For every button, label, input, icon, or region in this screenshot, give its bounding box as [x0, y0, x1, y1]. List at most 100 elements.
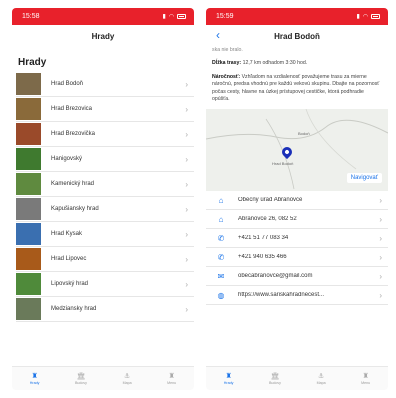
- contact-info-item[interactable]: ⌂ Obecný úrad Abranovce ›: [206, 191, 388, 211]
- contact-info-text: Obecný úrad Abranovce: [238, 197, 303, 204]
- tab-label: Budovy: [268, 381, 281, 385]
- castle-icon: ♜: [225, 373, 232, 380]
- chevron-right-icon: ›: [379, 290, 382, 300]
- castle-list-item[interactable]: Hrad Lipovec ›: [16, 247, 194, 272]
- detail-description: ska nie bralo. Dĺžka trasy: 12,7 km odha…: [206, 47, 388, 103]
- castle-list-item[interactable]: Hrad Brezovica ›: [16, 97, 194, 122]
- tab-label: Menu: [167, 381, 177, 385]
- chevron-right-icon: ›: [185, 179, 188, 189]
- map-pin-label: Hrad Bodoň: [272, 161, 294, 167]
- tab-mapa[interactable]: ⚓ Mapa: [317, 372, 326, 385]
- castle-name: Kapušiansky hrad: [51, 206, 99, 212]
- castle-thumbnail: [16, 298, 41, 320]
- tab-menu[interactable]: ♜ Menu: [361, 372, 370, 385]
- location-map[interactable]: Bodoň Hrad Bodoň Navigovať: [206, 109, 388, 192]
- nav-bar: Hrady: [12, 25, 194, 47]
- status-bar: 15:59 ▮ ◠: [206, 8, 388, 25]
- castle-thumbnail: [16, 173, 41, 195]
- phone-icon: ✆: [217, 233, 225, 243]
- battery-icon: [177, 14, 186, 19]
- chevron-right-icon: ›: [185, 104, 188, 114]
- tab-hrady[interactable]: ♜ Hrady: [224, 372, 234, 385]
- castle-list-item[interactable]: Medziansky hrad ›: [16, 297, 194, 322]
- chevron-right-icon: ›: [185, 204, 188, 214]
- trail-length-value: 12,7 km odhadom 3:30 hod.: [242, 60, 308, 67]
- map-icon: ⚓: [317, 373, 325, 380]
- tab-label: Mapa: [122, 381, 132, 385]
- castle-list-item[interactable]: Lipovský hrad ›: [16, 272, 194, 297]
- chevron-right-icon: ›: [185, 304, 188, 314]
- castle-name: Hrad Lipovec: [51, 256, 87, 262]
- contact-info-item[interactable]: ✉ obecabranovce@gmail.com ›: [206, 267, 388, 287]
- page-title: Hrad Bodoň: [274, 31, 320, 41]
- castle-name: Hrad Kysak: [51, 231, 83, 237]
- castle-thumbnail: [16, 123, 41, 145]
- map-icon: ⚓: [123, 373, 131, 380]
- contact-info-text: obecabranovce@gmail.com: [238, 273, 313, 280]
- castle-list-item[interactable]: Kapušiansky hrad ›: [16, 197, 194, 222]
- tab-budovy[interactable]: 🏛 Budovy: [269, 372, 281, 385]
- castle-list-item[interactable]: Hrad Kysak ›: [16, 222, 194, 247]
- chevron-right-icon: ›: [185, 129, 188, 139]
- contact-info-item[interactable]: ⌂ Abranovce 26, 082 52 ›: [206, 210, 388, 230]
- tab-label: Mapa: [316, 381, 326, 385]
- back-button[interactable]: ‹: [216, 28, 220, 42]
- wifi-icon: ◠: [168, 14, 174, 20]
- chevron-right-icon: ›: [379, 195, 382, 205]
- tab-label: Hrady: [29, 381, 40, 385]
- tab-label: Budovy: [74, 381, 87, 385]
- wifi-icon: ◠: [362, 14, 368, 20]
- tab-hrady[interactable]: ♜ Hrady: [30, 372, 40, 385]
- home-icon: ⌂: [218, 195, 224, 205]
- castle-detail-screen: 15:59 ▮ ◠ ‹ Hrad Bodoň ska nie bralo. Dĺ…: [206, 8, 388, 390]
- tab-mapa[interactable]: ⚓ Mapa: [123, 372, 132, 385]
- contact-info-text: Abranovce 26, 082 52: [238, 216, 297, 223]
- globe-icon: ◍: [217, 290, 225, 300]
- castle-thumbnail: [16, 273, 41, 295]
- chevron-right-icon: ›: [379, 252, 382, 262]
- castle-name: Lipovský hrad: [51, 281, 89, 287]
- trail-difficulty: Náročnosť: Vzhľadom na vzdialenosť považ…: [212, 74, 382, 104]
- castle-list-item[interactable]: Hrad Brezovička ›: [16, 122, 194, 147]
- castle-thumbnail: [16, 198, 41, 220]
- tab-bar: ♜ Hrady 🏛 Budovy ⚓ Mapa ♜ Menu: [206, 366, 388, 390]
- chevron-right-icon: ›: [185, 79, 188, 89]
- chevron-right-icon: ›: [185, 279, 188, 289]
- castle-icon: ♜: [31, 373, 38, 380]
- chevron-right-icon: ›: [379, 271, 382, 281]
- castle-list-item[interactable]: Kamenický hrad ›: [16, 172, 194, 197]
- castle-thumbnail: [16, 223, 41, 245]
- tab-label: Hrady: [223, 381, 234, 385]
- status-icons: ▮ ◠: [356, 13, 380, 20]
- chevron-right-icon: ›: [379, 214, 382, 224]
- mail-icon: ✉: [217, 271, 225, 281]
- status-time: 15:59: [216, 13, 234, 20]
- status-time: 15:58: [22, 13, 40, 20]
- tab-budovy[interactable]: 🏛 Budovy: [75, 372, 87, 385]
- navigate-button[interactable]: Navigovať: [346, 173, 382, 184]
- castle-name: Hrad Brezovica: [51, 106, 93, 112]
- page-title: Hrady: [91, 31, 115, 41]
- status-icons: ▮ ◠: [162, 13, 186, 20]
- castle-list-item[interactable]: Hrad Bodoň ›: [16, 72, 194, 97]
- castle-thumbnail: [16, 73, 41, 95]
- contact-info-text: +421 51 77 083 34: [238, 235, 289, 242]
- contact-info-item[interactable]: ✆ +421 51 77 083 34 ›: [206, 229, 388, 249]
- section-title: Hrady: [18, 57, 47, 68]
- castle-thumbnail: [16, 148, 41, 170]
- trail-difficulty-label: Náročnosť:: [212, 73, 241, 80]
- building-icon: 🏛: [76, 373, 86, 380]
- tab-label: Menu: [361, 381, 371, 385]
- tab-menu[interactable]: ♜ Menu: [167, 372, 176, 385]
- contact-info-item[interactable]: ✆ +421 940 635 466 ›: [206, 248, 388, 268]
- castle-name: Hrad Brezovička: [51, 131, 96, 137]
- castle-list-item[interactable]: Hanigovský ›: [16, 147, 194, 172]
- signal-icon: ▮: [356, 14, 360, 20]
- nav-bar: ‹ Hrad Bodoň: [206, 25, 388, 47]
- contact-info-list: ⌂ Obecný úrad Abranovce › ⌂ Abranovce 26, 08…: [206, 191, 388, 306]
- castle-name: Kamenický hrad: [51, 181, 95, 187]
- signal-icon: ▮: [162, 14, 166, 20]
- tab-bar: ♜ Hrady 🏛 Budovy ⚓ Mapa ♜ Menu: [12, 366, 194, 390]
- chevron-right-icon: ›: [185, 229, 188, 239]
- contact-info-item[interactable]: ◍ https://www.sariskahradnecest... ›: [206, 286, 388, 306]
